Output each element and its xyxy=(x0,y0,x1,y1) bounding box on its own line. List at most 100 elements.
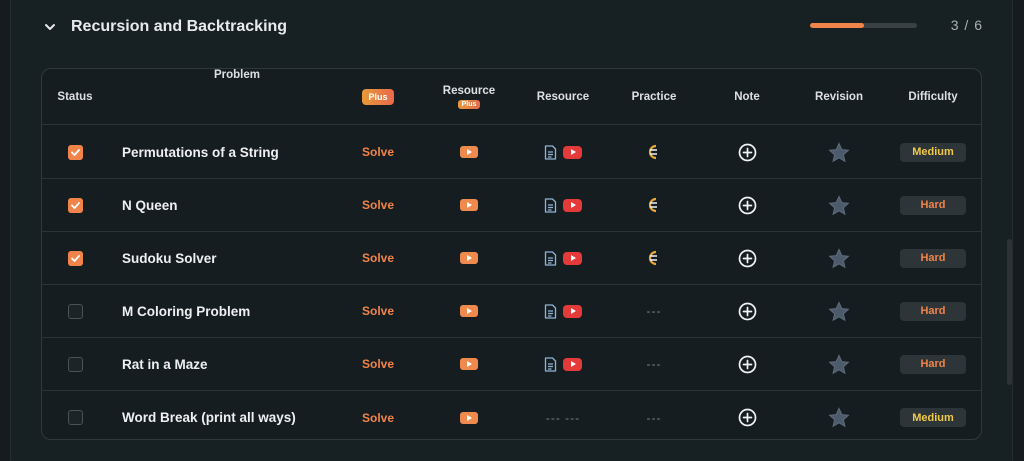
article-icon[interactable] xyxy=(544,197,557,213)
add-note-icon[interactable] xyxy=(738,143,757,162)
plus-video-icon[interactable] xyxy=(460,146,478,158)
header-note: Note xyxy=(734,90,760,103)
problem-name[interactable]: M Coloring Problem xyxy=(122,304,250,319)
add-note-icon[interactable] xyxy=(738,249,757,268)
status-cell xyxy=(42,126,108,178)
resource-cell xyxy=(522,126,604,178)
solve-link[interactable]: Solve xyxy=(362,145,394,159)
practice-cell: --- xyxy=(618,391,690,439)
resource-plus-cell xyxy=(433,338,505,390)
problem-cell: Permutations of a String xyxy=(122,126,352,178)
article-icon[interactable] xyxy=(544,144,557,160)
problem-name[interactable]: Rat in a Maze xyxy=(122,357,208,372)
revision-cell xyxy=(804,285,874,337)
resource-plus-cell xyxy=(433,179,505,231)
difficulty-badge: Hard xyxy=(900,354,966,374)
star-icon[interactable] xyxy=(828,141,850,163)
problem-cell: Word Break (print all ways) xyxy=(122,391,352,439)
codestudio-icon[interactable] xyxy=(645,249,663,267)
status-checkbox[interactable] xyxy=(67,356,83,372)
difficulty-badge: Hard xyxy=(900,248,966,268)
plus-cell: Solve xyxy=(343,338,413,390)
add-note-icon[interactable] xyxy=(738,196,757,215)
resource-cell xyxy=(522,338,604,390)
resource-plus-cell xyxy=(433,285,505,337)
star-icon[interactable] xyxy=(828,300,850,322)
table-row: M Coloring Problem Solve --- Hard xyxy=(42,285,981,338)
progress-fill xyxy=(810,23,864,28)
status-checkbox[interactable] xyxy=(67,303,83,319)
table-row: Word Break (print all ways) Solve --- --… xyxy=(42,391,981,439)
section-header[interactable]: Recursion and Backtracking 3 / 6 xyxy=(40,14,985,40)
youtube-icon[interactable] xyxy=(563,304,582,318)
star-icon[interactable] xyxy=(828,407,850,428)
solve-link[interactable]: Solve xyxy=(362,198,394,212)
revision-cell xyxy=(804,232,874,284)
revision-cell xyxy=(804,179,874,231)
article-icon[interactable] xyxy=(544,356,557,372)
resource-cell xyxy=(522,179,604,231)
difficulty-badge: Hard xyxy=(900,301,966,321)
codestudio-icon[interactable] xyxy=(645,143,663,161)
star-icon[interactable] xyxy=(828,194,850,216)
plus-cell: Solve xyxy=(343,232,413,284)
practice-cell xyxy=(618,232,690,284)
note-cell xyxy=(712,338,782,390)
add-note-icon[interactable] xyxy=(738,355,757,374)
star-icon[interactable] xyxy=(828,353,850,375)
plus-mini-badge: Plus xyxy=(457,99,481,109)
practice-cell xyxy=(618,179,690,231)
plus-video-icon[interactable] xyxy=(460,305,478,317)
header-resource-plus-label: Resource xyxy=(442,84,496,97)
plus-video-icon[interactable] xyxy=(460,358,478,370)
header-resource-plus: Resource Plus xyxy=(433,69,505,124)
problem-cell: Sudoku Solver xyxy=(122,232,352,284)
scrollbar[interactable] xyxy=(1007,239,1012,385)
problem-name[interactable]: N Queen xyxy=(122,198,178,213)
status-checkbox[interactable] xyxy=(67,250,83,266)
table-row: Rat in a Maze Solve --- Hard xyxy=(42,338,981,391)
resource-cell: --- --- xyxy=(522,391,604,439)
problem-cell: N Queen xyxy=(122,179,352,231)
table-row: Permutations of a String Solve Medium xyxy=(42,126,981,179)
difficulty-cell: Medium xyxy=(897,391,969,439)
problem-name[interactable]: Permutations of a String xyxy=(122,145,279,160)
add-note-icon[interactable] xyxy=(738,302,757,321)
star-icon[interactable] xyxy=(828,247,850,269)
problem-name[interactable]: Sudoku Solver xyxy=(122,251,217,266)
status-cell xyxy=(42,232,108,284)
practice-empty: --- xyxy=(646,304,662,318)
plus-cell: Solve xyxy=(343,391,413,439)
plus-cell: Solve xyxy=(343,126,413,178)
solve-link[interactable]: Solve xyxy=(362,304,394,318)
article-icon[interactable] xyxy=(544,250,557,266)
youtube-icon[interactable] xyxy=(563,198,582,212)
progress-bar xyxy=(810,23,917,28)
youtube-icon[interactable] xyxy=(563,251,582,265)
progress-count: 3 / 6 xyxy=(950,17,983,33)
problem-name[interactable]: Word Break (print all ways) xyxy=(122,410,296,425)
add-note-icon[interactable] xyxy=(738,408,757,427)
note-cell xyxy=(712,391,782,439)
article-icon[interactable] xyxy=(544,303,557,319)
plus-video-icon[interactable] xyxy=(460,199,478,211)
practice-cell: --- xyxy=(618,285,690,337)
solve-link[interactable]: Solve xyxy=(362,251,394,265)
chevron-down-icon[interactable] xyxy=(40,17,60,37)
status-checkbox[interactable] xyxy=(67,197,83,213)
youtube-icon[interactable] xyxy=(563,357,582,371)
header-revision: Revision xyxy=(815,90,863,103)
youtube-icon[interactable] xyxy=(563,145,582,159)
practice-cell xyxy=(618,126,690,178)
solve-link[interactable]: Solve xyxy=(362,411,394,425)
plus-video-icon[interactable] xyxy=(460,252,478,264)
plus-video-icon[interactable] xyxy=(460,411,478,424)
note-cell xyxy=(712,126,782,178)
status-checkbox[interactable] xyxy=(67,410,83,425)
codestudio-icon[interactable] xyxy=(645,196,663,214)
table-row: N Queen Solve Hard xyxy=(42,179,981,232)
solve-link[interactable]: Solve xyxy=(362,357,394,371)
status-checkbox[interactable] xyxy=(67,144,83,160)
header-plus: Plus xyxy=(343,69,413,124)
note-cell xyxy=(712,232,782,284)
